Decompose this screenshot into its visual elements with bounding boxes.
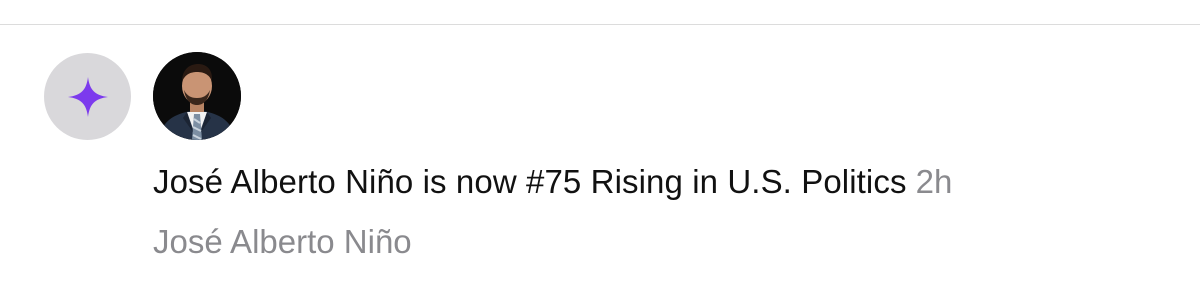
sparkle-icon <box>66 75 110 119</box>
notification-type-badge <box>44 53 131 140</box>
headline-text: José Alberto Niño is now #75 Rising in U… <box>153 163 907 200</box>
avatar[interactable] <box>153 52 241 140</box>
notification-subtext: José Alberto Niño <box>153 223 412 260</box>
timestamp: 2h <box>915 163 953 200</box>
notification-item[interactable]: José Alberto Niño is now #75 Rising in U… <box>0 25 1200 290</box>
notification-headline[interactable]: José Alberto Niño is now #75 Rising in U… <box>153 161 952 203</box>
